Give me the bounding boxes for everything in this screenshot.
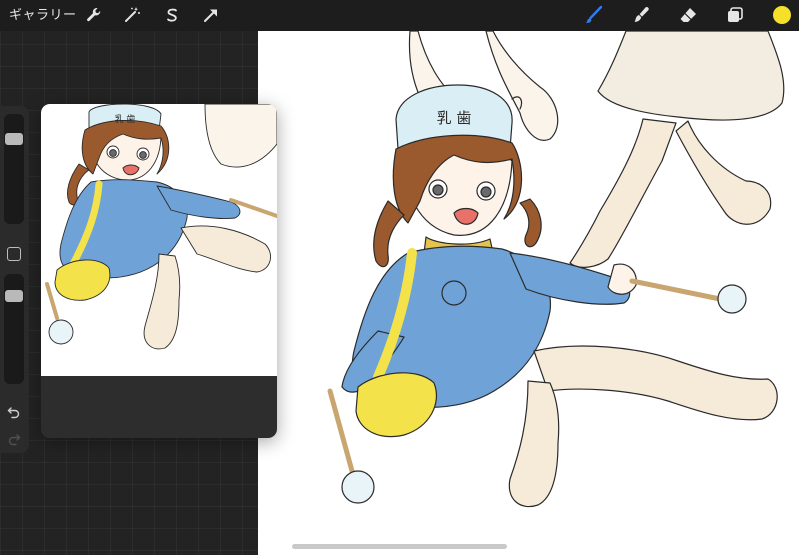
- actions-button[interactable]: [83, 4, 105, 26]
- brush-tool-button[interactable]: [583, 4, 605, 26]
- gallery-button[interactable]: ギャラリー: [9, 5, 77, 25]
- top-toolbar: ギャラリー: [0, 0, 799, 31]
- brush-opacity-slider[interactable]: [4, 274, 24, 384]
- layers-button[interactable]: [724, 4, 746, 26]
- selection-s-icon: [167, 8, 177, 22]
- canvas-artwork: 乳 歯: [327, 31, 785, 508]
- eraser-icon: [680, 8, 696, 22]
- sidebar: [0, 106, 29, 453]
- reference-image: 乳 歯: [41, 104, 277, 376]
- brush-opacity-thumb[interactable]: [5, 290, 23, 303]
- redo-button[interactable]: [5, 431, 23, 447]
- smudge-icon: [634, 7, 649, 22]
- brush-icon: [585, 5, 603, 23]
- color-button[interactable]: [771, 4, 793, 26]
- brush-size-slider[interactable]: [4, 114, 24, 224]
- drawing-canvas[interactable]: 乳 歯: [258, 31, 799, 555]
- eraser-tool-button[interactable]: [677, 4, 699, 26]
- arrow-cursor-icon: [204, 9, 217, 22]
- undo-button[interactable]: [5, 404, 23, 420]
- cap-text: 乳 歯: [437, 109, 472, 127]
- brush-size-thumb[interactable]: [5, 132, 23, 145]
- modify-button[interactable]: [7, 247, 21, 261]
- adjustments-button[interactable]: [121, 4, 143, 26]
- smudge-tool-button[interactable]: [630, 4, 652, 26]
- selection-button[interactable]: [161, 4, 183, 26]
- reference-window[interactable]: 乳 歯: [41, 104, 277, 438]
- magic-wand-icon: [125, 7, 140, 22]
- wrench-icon: [87, 7, 101, 22]
- redo-icon: [8, 434, 21, 446]
- home-indicator[interactable]: [292, 544, 507, 549]
- transform-button[interactable]: [200, 4, 222, 26]
- undo-icon: [7, 407, 20, 419]
- reference-artwork: 乳 歯: [45, 104, 277, 350]
- color-swatch: [773, 6, 791, 24]
- layers-icon: [728, 7, 743, 22]
- reference-cap-text: 乳 歯: [115, 113, 136, 125]
